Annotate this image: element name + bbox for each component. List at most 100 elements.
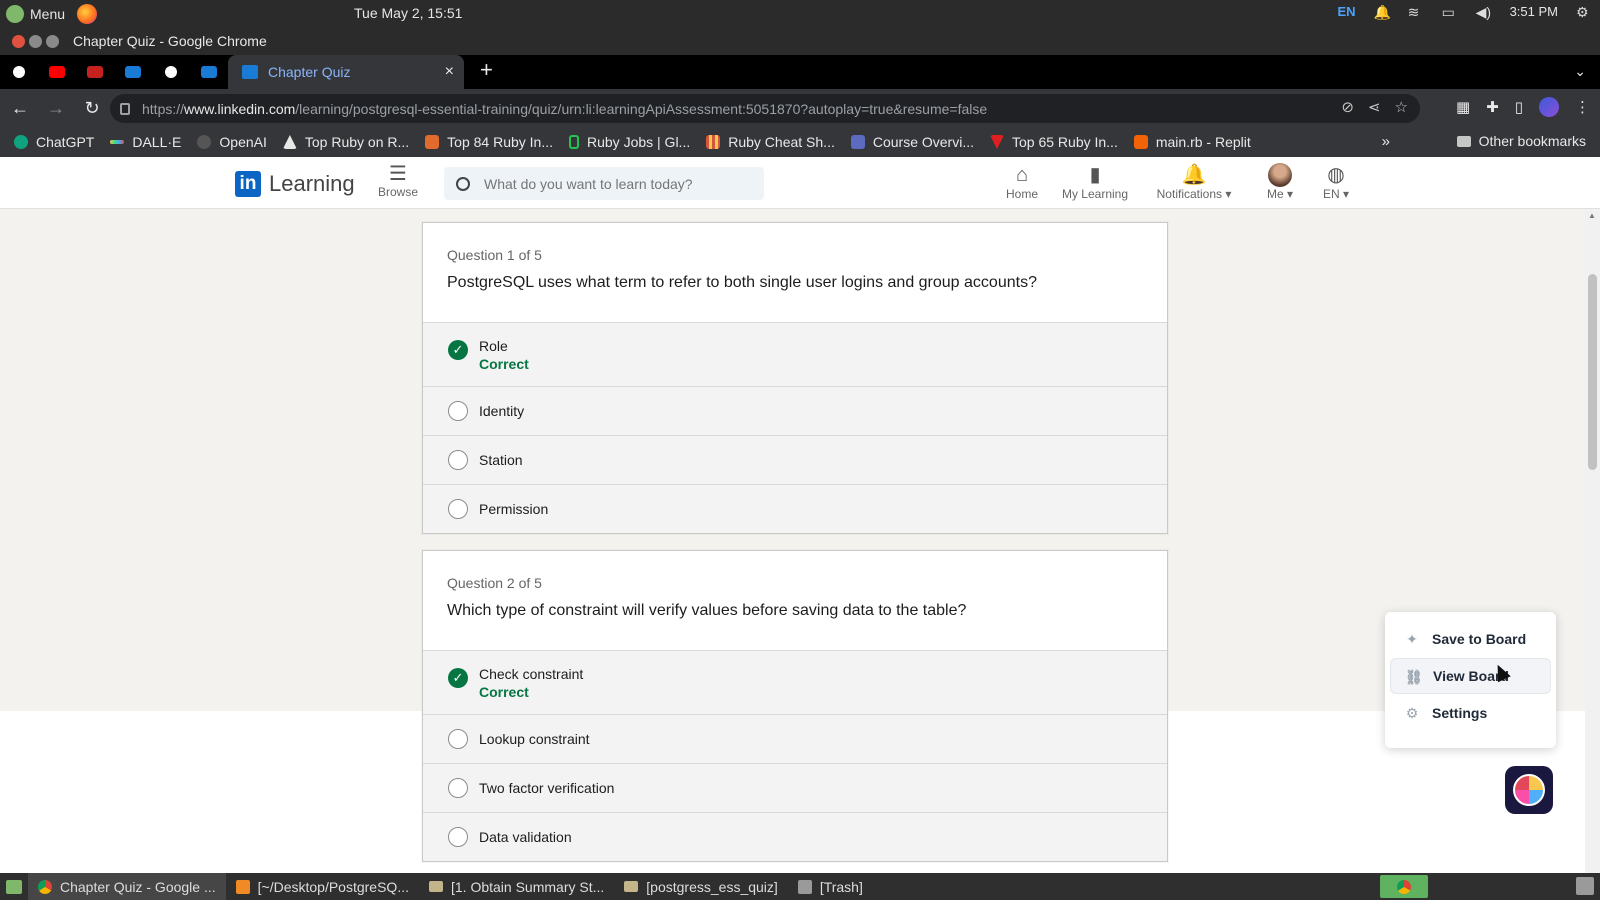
bookmark-item[interactable]: ChatGPT [14,134,94,150]
page-scrollbar[interactable]: ▲ [1585,209,1600,873]
tab-youtube[interactable] [38,55,76,89]
tab-gmail[interactable] [76,55,114,89]
tab-close-icon[interactable]: × [445,63,454,81]
dalle-icon [110,140,125,144]
lock-icon[interactable] [120,102,130,115]
side-panel-icon[interactable]: ▯ [1515,98,1523,116]
qr-code-icon[interactable]: ▦ [1456,98,1470,116]
window-controls [0,34,73,48]
jobs-site-icon [569,135,579,149]
radio-button[interactable] [448,729,468,749]
tab-chapter-quiz[interactable]: Chapter Quiz × [228,55,464,89]
bookmark-item[interactable]: Ruby Cheat Sh... [706,134,835,150]
other-bookmarks[interactable]: Other bookmarks [1456,133,1586,149]
window-maximize-button[interactable] [46,34,59,48]
nav-me[interactable]: Me ▾ [1260,163,1300,201]
os-menu-button[interactable]: Menu [0,4,65,23]
kebab-menu-icon[interactable]: ⋮ [1575,98,1590,116]
answer-option-selected-correct[interactable]: ✓ Check constraint Correct [423,651,1167,715]
bookmark-item[interactable]: Course Overvi... [850,134,974,150]
new-tab-button[interactable]: + [480,57,493,83]
linkedin-learning-logo[interactable]: in Learning [235,171,355,197]
radio-button[interactable] [448,401,468,421]
radio-button[interactable] [448,450,468,470]
bookmark-item[interactable]: DALL·E [110,134,181,150]
keyboard-layout[interactable]: EN [1338,4,1356,19]
nav-my-learning[interactable]: ▮ My Learning [1057,163,1133,201]
save-to-board-menu-item[interactable]: ✦ Save to Board [1390,621,1551,657]
bookmark-item[interactable]: Top 65 Ruby In... [990,134,1118,150]
bookmark-item[interactable]: Ruby Jobs | Gl... [569,134,690,150]
taskbar-trash-applet-icon[interactable] [1576,877,1594,895]
answer-option[interactable]: Permission [423,485,1167,533]
firefox-launcher-icon[interactable] [77,3,98,24]
bookmark-item[interactable]: main.rb - Replit [1133,134,1251,150]
quiz-content-area: Question 1 of 5 PostgreSQL uses what ter… [0,209,1585,873]
logo-learning-text: Learning [269,171,355,196]
answer-option[interactable]: Station [423,436,1167,485]
taskbar-item-folder-2[interactable]: [postgress_ess_quiz] [614,873,788,900]
taskbar-item-editor[interactable]: [~/Desktop/PostgreSQ... [226,873,419,900]
wifi-icon[interactable]: ≋ [1408,5,1424,19]
scrollbar-thumb[interactable] [1588,274,1597,470]
window-minimize-button[interactable] [29,34,42,48]
user-avatar [1268,163,1292,187]
nav-home[interactable]: ⌂ Home [1000,163,1044,201]
question-header: Question 1 of 5 PostgreSQL uses what ter… [423,223,1167,323]
answer-correct-status: Correct [479,683,529,700]
forward-arrow-icon[interactable]: → [40,98,72,119]
radio-button[interactable] [448,778,468,798]
url-scheme: https:// [142,100,185,117]
search-box[interactable] [444,167,764,200]
bookmark-item[interactable]: OpenAI [197,134,267,150]
tab-medium-2[interactable] [152,55,190,89]
scroll-up-arrow-icon[interactable]: ▲ [1588,211,1596,220]
radio-button[interactable] [448,499,468,519]
view-board-menu-item[interactable]: ⛓ View Board [1390,658,1551,694]
answer-label: Permission [479,501,549,517]
taskbar-item-folder-1[interactable]: [1. Obtain Summary St... [419,873,614,900]
search-input[interactable] [484,175,744,192]
tab-video-2[interactable] [190,55,228,89]
tab-medium-1[interactable] [0,55,38,89]
answer-option[interactable]: Lookup constraint [423,715,1167,764]
answer-option[interactable]: Data validation [423,813,1167,861]
tab-video-1[interactable] [114,55,152,89]
answer-option-selected-correct[interactable]: ✓ Role Correct [423,323,1167,387]
radio-button[interactable] [448,827,468,847]
volume-icon[interactable]: ◀) [1476,5,1492,19]
window-close-button[interactable] [12,34,25,48]
question-header: Question 2 of 5 Which type of constraint… [423,551,1167,651]
address-bar[interactable]: https://www.linkedin.com/learning/postgr… [110,94,1420,123]
taskbar-item-chrome[interactable]: Chapter Quiz - Google ... [28,873,226,900]
bookmark-star-icon[interactable]: ☆ [1395,98,1408,116]
settings-gear-icon[interactable]: ⚙ [1576,5,1592,19]
battery-icon[interactable]: ▭ [1442,5,1458,19]
answer-option[interactable]: Two factor verification [423,764,1167,813]
answer-option[interactable]: Identity [423,387,1167,436]
taskbar-chrome-launcher[interactable] [1380,875,1428,898]
bookmark-item[interactable]: Top 84 Ruby In... [425,134,553,150]
reload-icon[interactable]: ↻ [76,98,108,119]
settings-menu-item[interactable]: ⚙ Settings [1390,695,1551,731]
nav-language[interactable]: ◍ EN ▾ [1318,163,1354,201]
notifications-bell-icon[interactable]: 🔔 [1374,5,1391,19]
share-icon[interactable]: ⋖ [1368,98,1381,116]
eye-off-icon[interactable]: ⊘ [1341,98,1354,116]
taskbar-item-trash[interactable]: [Trash] [788,873,873,900]
bookmarks-overflow-chevron-icon[interactable]: » [1382,133,1390,150]
profile-avatar-icon[interactable] [1539,97,1559,117]
show-desktop-button[interactable] [0,873,28,900]
linkedin-learning-favicon-icon [242,65,258,79]
home-icon: ⌂ [1015,164,1029,186]
tab-search-chevron-icon[interactable]: ⌄ [1574,63,1586,80]
tray-time[interactable]: 3:51 PM [1510,4,1558,19]
nav-notifications[interactable]: 🔔 Notifications ▾ [1150,163,1238,201]
os-datetime[interactable]: Tue May 2, 15:51 [354,5,462,21]
browse-menu-button[interactable]: ☰ Browse [374,163,422,199]
extensions-puzzle-icon[interactable]: ✚ [1486,98,1499,116]
extension-launcher-button[interactable] [1505,766,1553,814]
bell-icon: 🔔 [1181,164,1207,186]
back-arrow-icon[interactable]: ← [4,98,36,119]
bookmark-item[interactable]: Top Ruby on R... [282,134,409,150]
